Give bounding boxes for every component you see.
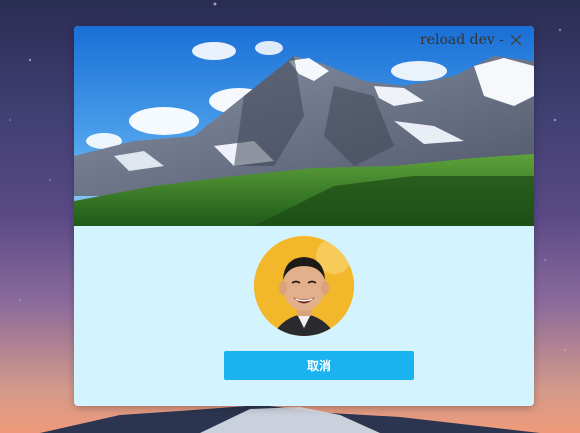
login-dialog: reload dev - 取消 [74,26,534,406]
desktop-wallpaper: reload dev - 取消 [0,0,580,433]
avatar [254,236,354,336]
mountain-landscape-image [74,26,534,226]
window-title: reload dev - [420,32,504,48]
close-icon[interactable] [508,32,524,48]
banner-image: reload dev - [74,26,534,226]
user-avatar-photo [254,236,354,336]
wallpaper-mountain [40,405,540,433]
cancel-button[interactable]: 取消 [224,351,414,380]
window-title-bar: reload dev - [420,32,524,48]
